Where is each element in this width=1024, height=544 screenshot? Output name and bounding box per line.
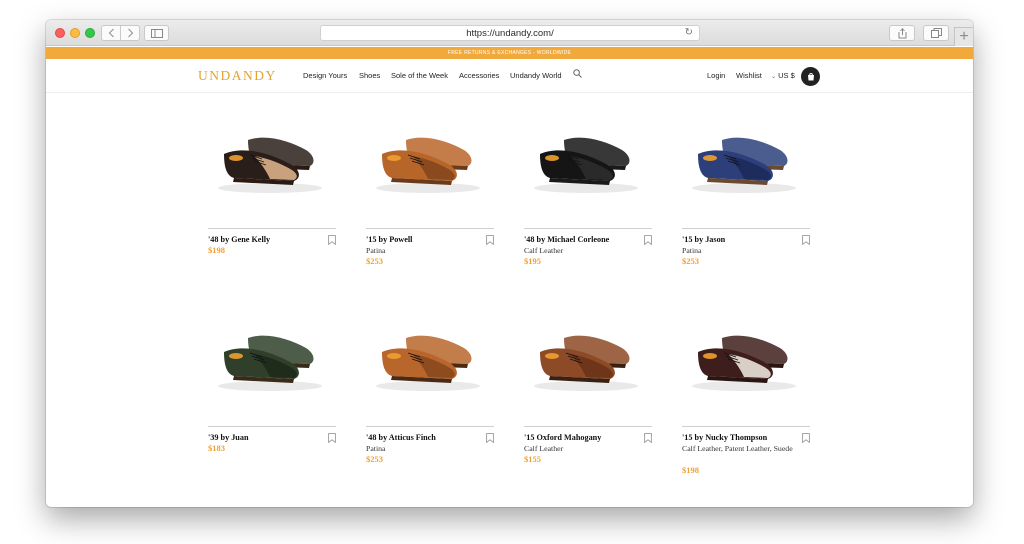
shoe-image-2 — [376, 137, 480, 193]
new-tab-button[interactable]: + — [954, 27, 973, 46]
shoe-image-8 — [692, 335, 796, 391]
reload-icon[interactable]: ↻ — [685, 27, 693, 38]
product-material: Patina — [682, 246, 702, 255]
bookmark-icon[interactable] — [644, 433, 652, 443]
cart-button[interactable] — [801, 67, 820, 86]
nav-shoes[interactable]: Shoes — [359, 71, 380, 80]
sidebar-icon — [150, 28, 163, 38]
product-divider — [366, 426, 494, 427]
shoe-image-1 — [218, 137, 322, 193]
login-link[interactable]: Login — [707, 71, 725, 80]
address-bar[interactable]: https://undandy.com/ ↻ — [320, 25, 700, 41]
bookmark-icon[interactable] — [328, 235, 336, 245]
nav-sole-of-the-week[interactable]: Sole of the Week — [391, 71, 448, 80]
shoe-image-4 — [692, 137, 796, 193]
bookmark-icon[interactable] — [486, 433, 494, 443]
browser-titlebar: https://undandy.com/ ↻ + — [46, 20, 973, 46]
bookmark-icon[interactable] — [644, 235, 652, 245]
product-name[interactable]: '15 by Powell — [366, 235, 412, 244]
product-name[interactable]: '48 by Michael Corleone — [524, 235, 609, 244]
search-icon[interactable] — [573, 69, 582, 78]
currency-label: US $ — [778, 71, 795, 80]
product-divider — [366, 228, 494, 229]
tabs-icon — [930, 28, 942, 38]
product-image[interactable] — [684, 316, 804, 401]
product-price: $195 — [524, 256, 541, 266]
product-divider — [208, 426, 336, 427]
product-image[interactable] — [210, 316, 330, 401]
product-material: Calf Leather — [524, 246, 564, 255]
nav-undandy-world[interactable]: Undandy World — [510, 71, 562, 80]
sidebar-toggle-button[interactable] — [144, 25, 169, 41]
product-image[interactable] — [684, 118, 804, 203]
shoe-image-7 — [534, 335, 638, 391]
product-divider — [208, 228, 336, 229]
forward-button[interactable] — [120, 25, 140, 41]
share-button[interactable] — [889, 25, 915, 41]
product-material: Calf Leather, Patent Leather, Suede — [682, 444, 793, 453]
product-price: $155 — [524, 454, 541, 464]
product-name[interactable]: '15 by Nucky Thompson — [682, 433, 767, 442]
share-icon — [898, 27, 906, 38]
show-tabs-button[interactable] — [923, 25, 949, 41]
product-price: $198 — [682, 465, 699, 475]
bookmark-icon[interactable] — [802, 433, 810, 443]
product-name[interactable]: '15 Oxford Mahogany — [524, 433, 601, 442]
product-price: $183 — [208, 443, 225, 453]
product-divider — [682, 228, 810, 229]
minimize-window-button[interactable] — [70, 28, 80, 38]
maximize-window-button[interactable] — [85, 28, 95, 38]
product-price: $253 — [366, 256, 383, 266]
bookmark-icon[interactable] — [486, 235, 494, 245]
product-name[interactable]: '15 by Jason — [682, 235, 725, 244]
product-name[interactable]: '48 by Atticus Finch — [366, 433, 436, 442]
close-window-button[interactable] — [55, 28, 65, 38]
product-price: $253 — [366, 454, 383, 464]
chevron-down-icon: ⌄ — [771, 74, 777, 80]
site-header: UNDANDY Design Yours Shoes Sole of the W… — [46, 59, 973, 93]
wishlist-link[interactable]: Wishlist — [736, 71, 762, 80]
chevron-right-icon — [127, 28, 133, 38]
product-material: Patina — [366, 444, 386, 453]
browser-window: https://undandy.com/ ↻ + FREE RETURNS & … — [46, 20, 973, 507]
product-image[interactable] — [368, 118, 488, 203]
product-material: Calf Leather — [524, 444, 564, 453]
product-name[interactable]: '39 by Juan — [208, 433, 249, 442]
shoe-image-3 — [534, 137, 638, 193]
product-image[interactable] — [368, 316, 488, 401]
promo-bar[interactable]: FREE RETURNS & EXCHANGES - WORLDWIDE — [46, 47, 973, 59]
url-text: https://undandy.com/ — [466, 27, 554, 39]
product-divider — [682, 426, 810, 427]
bag-icon — [807, 73, 814, 81]
nav-accessories[interactable]: Accessories — [459, 71, 499, 80]
site-logo[interactable]: UNDANDY — [198, 68, 277, 84]
bookmark-icon[interactable] — [802, 235, 810, 245]
product-image[interactable] — [210, 118, 330, 203]
back-button[interactable] — [101, 25, 121, 41]
shoe-image-5 — [218, 335, 322, 391]
chevron-left-icon — [108, 28, 114, 38]
product-price: $253 — [682, 256, 699, 266]
currency-selector[interactable]: ⌄ US $ — [771, 71, 795, 80]
product-name[interactable]: '48 by Gene Kelly — [208, 235, 270, 244]
product-image[interactable] — [526, 118, 646, 203]
product-material: Patina — [366, 246, 386, 255]
product-divider — [524, 426, 652, 427]
product-divider — [524, 228, 652, 229]
product-price: $198 — [208, 245, 225, 255]
product-image[interactable] — [526, 316, 646, 401]
bookmark-icon[interactable] — [328, 433, 336, 443]
shoe-image-6 — [376, 335, 480, 391]
nav-design-yours[interactable]: Design Yours — [303, 71, 347, 80]
